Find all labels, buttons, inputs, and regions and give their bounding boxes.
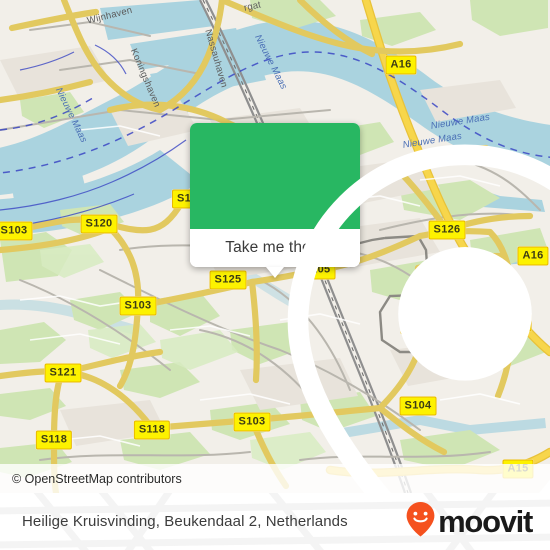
road-shield: S120 xyxy=(80,214,118,234)
road-shield: S118 xyxy=(133,420,171,440)
map-attribution-bar: © OpenStreetMap contributors xyxy=(0,464,550,493)
callout-pointer xyxy=(266,267,284,278)
location-callout-card[interactable]: Take me there xyxy=(190,123,550,493)
footer-bar: Heilige Kruisvinding, Beukendaal 2, Neth… xyxy=(0,493,550,550)
road-shield: S103 xyxy=(119,296,157,316)
moovit-map-screenshot: Wijnhaven rgat Nassauhaven Koningshaven Nieu… xyxy=(0,0,550,550)
road-shield: A16 xyxy=(385,55,417,75)
road-shield: S118 xyxy=(35,430,73,450)
road-shield: S121 xyxy=(44,363,82,383)
callout-pin-area xyxy=(190,123,550,493)
moovit-logo[interactable]: moovit xyxy=(405,501,533,542)
callout-body: Take me there xyxy=(190,123,550,493)
footer-content-row: Heilige Kruisvinding, Beukendaal 2, Neth… xyxy=(0,493,550,550)
osm-attribution-text: © OpenStreetMap contributors xyxy=(12,471,182,486)
moovit-wordmark: moovit xyxy=(438,504,533,539)
road-shield: S103 xyxy=(0,221,33,241)
address-text: Heilige Kruisvinding, Beukendaal 2, Neth… xyxy=(22,513,348,530)
moovit-smiley-pin-icon xyxy=(405,501,436,542)
map-canvas[interactable]: Wijnhaven rgat Nassauhaven Koningshaven Nieu… xyxy=(0,0,550,493)
